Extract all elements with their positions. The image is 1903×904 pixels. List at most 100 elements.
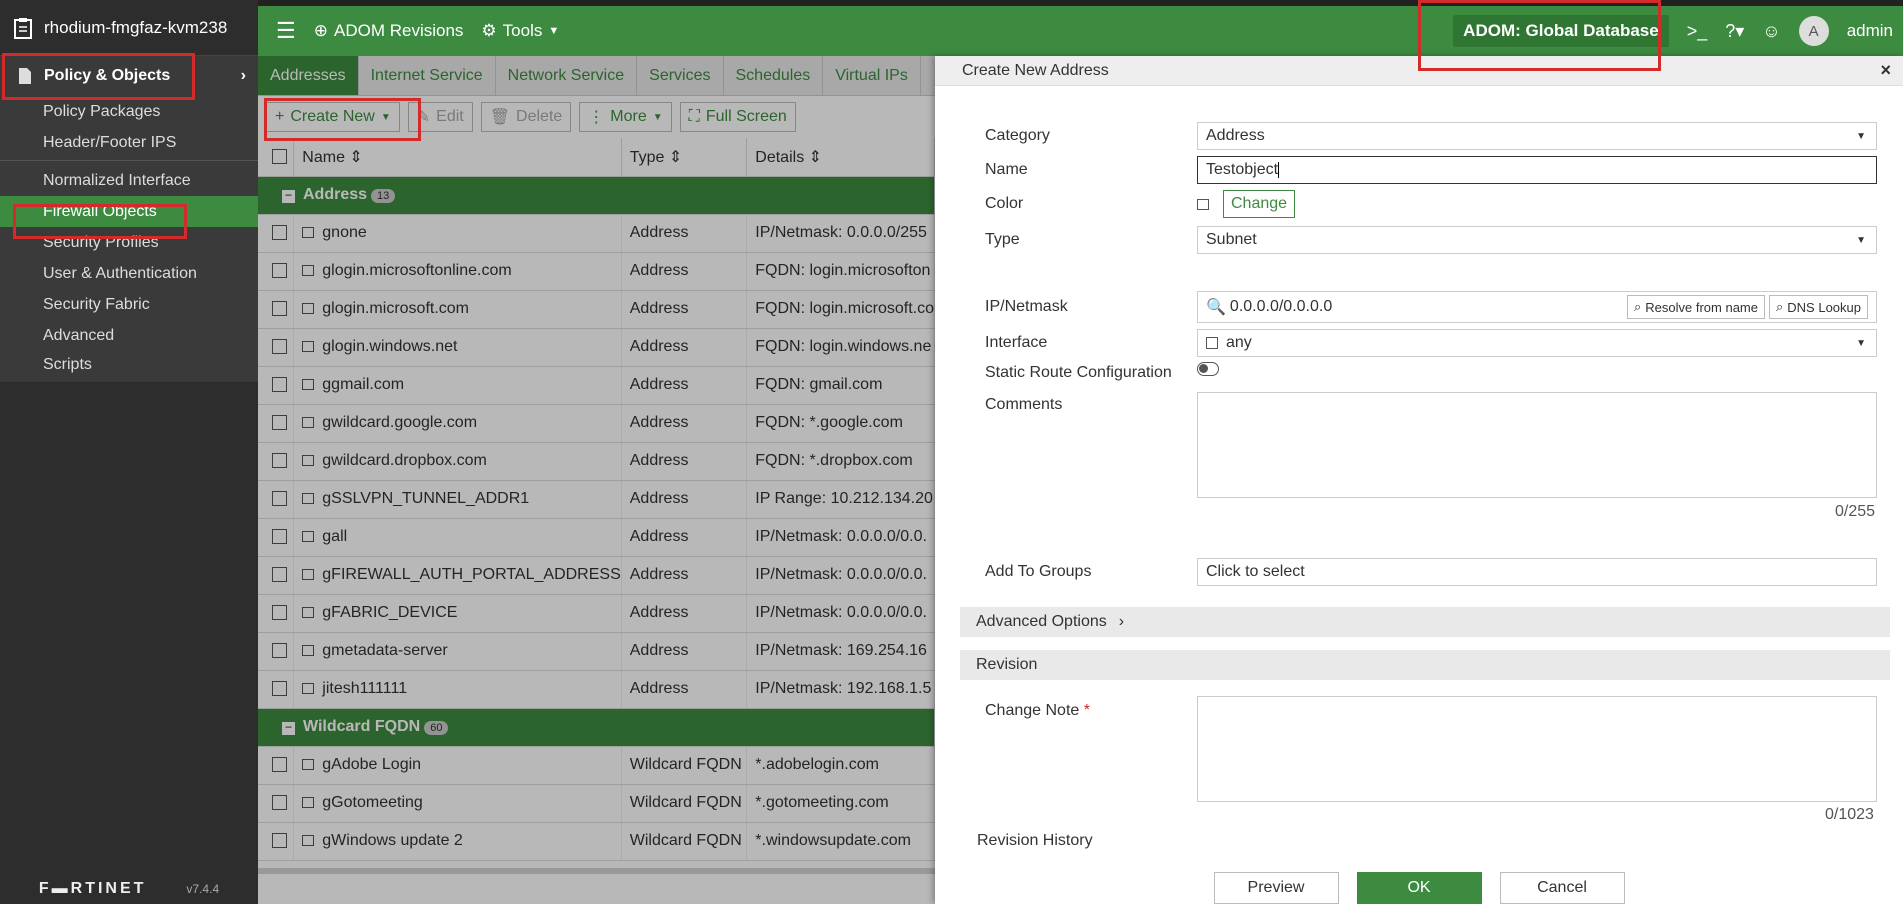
preview-button[interactable]: Preview	[1213, 872, 1339, 904]
revision-section: Revision	[960, 650, 1890, 680]
sidebar-section-policy-objects[interactable]: Policy & Objects ›	[0, 56, 258, 96]
change-note-row: Change Note *	[985, 696, 1877, 802]
search-icon: ⌕	[1776, 299, 1784, 314]
interface-select[interactable]: any ▼	[1197, 329, 1877, 357]
gear-icon: ⚙	[481, 21, 497, 40]
name-input[interactable]: Testobject	[1197, 156, 1877, 184]
sidebar-item-scripts[interactable]: Scripts	[0, 351, 258, 382]
ip-actions: ⌕ Resolve from name ⌕ DNS Lookup	[1627, 295, 1868, 319]
change-note-text: Change Note	[985, 702, 1080, 719]
avatar[interactable]: A	[1798, 16, 1829, 46]
chevron-right-icon: ›	[1118, 613, 1125, 630]
adom-revisions-label: ADOM Revisions	[333, 21, 464, 40]
close-icon[interactable]: ×	[1880, 60, 1891, 81]
document-icon	[19, 68, 31, 84]
color-label: Color	[985, 195, 1024, 212]
ipnetmask-input[interactable]: 🔍 0.0.0.0/0.0.0.0 ⌕ Resolve from name ⌕ DN…	[1197, 291, 1877, 323]
sidebar-item-policy-packages[interactable]: Policy Packages	[0, 96, 258, 127]
comments-textarea[interactable]	[1197, 392, 1877, 498]
search-icon: ⌕	[1634, 299, 1642, 314]
static-route-toggle[interactable]	[1197, 362, 1219, 376]
sidebar-item-user-authentication[interactable]: User & Authentication	[0, 258, 258, 289]
tools-menu[interactable]: ⚙ Tools ▼	[481, 21, 559, 41]
adom-revisions-button[interactable]: ⊕ ADOM Revisions	[314, 21, 464, 41]
cli-console-icon[interactable]: >_	[1687, 21, 1708, 42]
sidebar-footer: F▬RTINET v7.4.4	[0, 874, 258, 904]
search-icon: 🔍	[1206, 299, 1226, 316]
revision-history-label: Revision History	[977, 832, 1093, 849]
comments-label: Comments	[985, 396, 1063, 413]
sidebar-item-security-profiles[interactable]: Security Profiles	[0, 227, 258, 258]
create-address-panel: Create New Address × Category Address ▼ N…	[935, 56, 1903, 904]
comments-char-count: 0/255	[1835, 503, 1876, 520]
fortibot-icon[interactable]: ☺	[1762, 21, 1780, 42]
ipnetmask-label: IP/Netmask	[985, 298, 1068, 315]
fortinet-logo: F▬RTINET	[38, 880, 147, 897]
modal-backdrop[interactable]	[258, 56, 935, 904]
device-header: rhodium-fmgfaz-kvm238	[0, 0, 258, 56]
add-to-groups-row: Add To Groups Click to select	[985, 558, 1877, 586]
color-swatch-icon	[1197, 198, 1209, 210]
interface-icon	[1206, 337, 1218, 349]
sidebar: rhodium-fmgfaz-kvm238 Policy & Objects ›…	[0, 0, 258, 904]
panel-header: Create New Address ×	[935, 56, 1903, 86]
sidebar-item-security-fabric[interactable]: Security Fabric	[0, 289, 258, 320]
change-note-char-count: 0/1023	[1825, 806, 1874, 823]
help-icon[interactable]: ?▾	[1725, 21, 1744, 42]
interface-row: Interface any ▼	[985, 329, 1877, 357]
type-value: Subnet	[1206, 231, 1257, 248]
sidebar-section-label: Policy & Objects	[44, 67, 171, 84]
name-label: Name	[985, 161, 1028, 178]
interface-value: any	[1226, 334, 1252, 351]
color-row: Color Change	[985, 190, 1296, 218]
chevron-down-icon: ▼	[548, 25, 560, 37]
hamburger-menu-icon[interactable]: ☰	[276, 18, 296, 44]
version-label: v7.4.4	[186, 882, 220, 896]
sidebar-item-header-footer-ips[interactable]: Header/Footer IPS	[0, 127, 258, 158]
category-select[interactable]: Address ▼	[1197, 122, 1877, 150]
user-menu[interactable]: admin	[1847, 21, 1893, 41]
add-to-groups-label: Add To Groups	[985, 563, 1092, 580]
globe-icon: ⊕	[313, 21, 328, 40]
required-mark: *	[1083, 702, 1090, 719]
resolve-label: Resolve from name	[1645, 299, 1758, 315]
ipnetmask-row: IP/Netmask 🔍 0.0.0.0/0.0.0.0 ⌕ Resolve fr…	[985, 291, 1877, 323]
interface-label: Interface	[985, 334, 1048, 351]
change-color-button[interactable]: Change	[1223, 190, 1296, 218]
sidebar-item-advanced[interactable]: Advanced	[0, 320, 258, 351]
dns-label: DNS Lookup	[1787, 299, 1861, 315]
device-name: rhodium-fmgfaz-kvm238	[44, 17, 228, 37]
change-note-textarea[interactable]	[1197, 696, 1877, 802]
horizontal-scrollbar[interactable]	[258, 868, 935, 874]
category-value: Address	[1206, 127, 1265, 144]
add-to-groups-field[interactable]: Click to select	[1197, 558, 1877, 586]
chevron-right-icon: ›	[240, 67, 246, 84]
static-route-row: Static Route Configuration	[985, 362, 1219, 382]
panel-footer: Preview OK Cancel	[935, 872, 1903, 904]
category-label: Category	[985, 127, 1050, 144]
panel-title: Create New Address	[962, 61, 1109, 79]
ok-button[interactable]: OK	[1356, 872, 1482, 904]
change-note-label: Change Note *	[985, 702, 1197, 720]
sidebar-group: Policy & Objects › Policy Packages Heade…	[0, 56, 258, 382]
add-to-groups-value: Click to select	[1206, 563, 1305, 580]
tools-label: Tools	[502, 21, 543, 40]
cancel-button[interactable]: Cancel	[1499, 872, 1625, 904]
static-route-label: Static Route Configuration	[985, 364, 1172, 381]
dns-lookup-button[interactable]: ⌕ DNS Lookup	[1769, 295, 1868, 319]
text-cursor	[1278, 162, 1280, 178]
revision-label: Revision	[976, 656, 1038, 673]
clipboard-icon	[14, 17, 32, 39]
resolve-from-name-button[interactable]: ⌕ Resolve from name	[1627, 295, 1765, 319]
ipnetmask-value: 0.0.0.0/0.0.0.0	[1229, 298, 1333, 315]
sidebar-item-firewall-objects[interactable]: Firewall Objects	[0, 196, 258, 227]
type-select[interactable]: Subnet ▼	[1197, 226, 1877, 254]
topbar-right: ADOM: Global Database >_ ?▾ ☺ A admin	[1453, 6, 1893, 56]
sidebar-divider	[0, 160, 258, 161]
caret-down-icon: ▼	[1856, 337, 1866, 349]
adom-selector[interactable]: ADOM: Global Database	[1453, 15, 1669, 47]
advanced-options-label: Advanced Options	[976, 613, 1107, 630]
advanced-options-section[interactable]: Advanced Options ›	[960, 607, 1890, 637]
category-row: Category Address ▼	[985, 122, 1877, 150]
sidebar-item-normalized-interface[interactable]: Normalized Interface	[0, 165, 258, 196]
